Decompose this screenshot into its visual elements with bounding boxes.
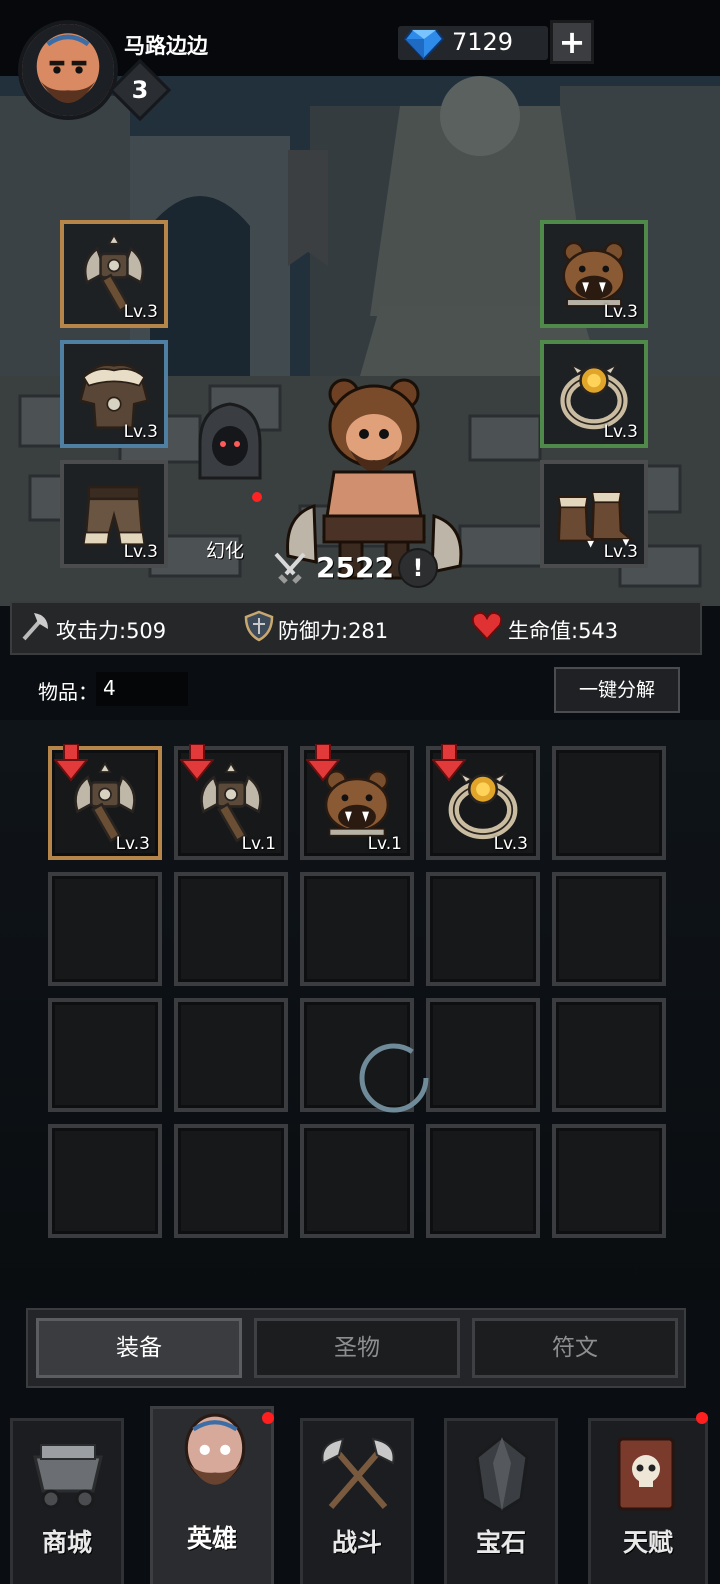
equip-level: Lv.3 bbox=[603, 542, 638, 562]
equip-level: Lv.3 bbox=[603, 422, 638, 442]
items-count: 4 bbox=[103, 676, 116, 700]
skull-book-icon bbox=[617, 1437, 675, 1511]
equip-slot-ring[interactable]: Lv.3 bbox=[540, 340, 648, 448]
inventory-slot[interactable] bbox=[426, 1124, 540, 1238]
nav-hero-label: 英雄 bbox=[186, 1524, 237, 1553]
nav-gems-label: 宝石 bbox=[475, 1528, 526, 1557]
inventory-slot[interactable]: Lv.3 bbox=[48, 746, 162, 860]
nav-shop-label: 商城 bbox=[41, 1528, 92, 1557]
tab-relics[interactable]: 圣物 bbox=[254, 1318, 460, 1378]
decompose-all-button[interactable]: 一键分解 bbox=[554, 667, 680, 713]
attack-stat: 攻击力:509 bbox=[56, 619, 167, 643]
player-avatar[interactable] bbox=[18, 20, 118, 120]
equip-slot-pants[interactable]: Lv.3 bbox=[60, 460, 168, 568]
inventory-slot[interactable]: Lv.3 bbox=[426, 746, 540, 860]
item-level: Lv.1 bbox=[241, 834, 276, 854]
nav-gems[interactable]: 宝石 bbox=[444, 1418, 558, 1584]
combat-power: 2522 bbox=[316, 551, 394, 584]
tab-equipment[interactable]: 装备 bbox=[36, 1318, 242, 1378]
equip-slot-weapon[interactable]: Lv.3 bbox=[60, 220, 168, 328]
transform-label[interactable]: 幻化 bbox=[206, 536, 244, 563]
nav-shop[interactable]: 商城 bbox=[10, 1418, 124, 1584]
shield-icon bbox=[244, 610, 274, 642]
item-level: Lv.3 bbox=[493, 834, 528, 854]
inventory-slot[interactable] bbox=[552, 998, 666, 1112]
inventory-slot[interactable] bbox=[552, 746, 666, 860]
nav-battle-label: 战斗 bbox=[331, 1528, 382, 1557]
nav-battle[interactable]: 战斗 bbox=[300, 1418, 414, 1584]
inventory-slot[interactable]: Lv.1 bbox=[174, 746, 288, 860]
add-gems-button[interactable]: + bbox=[550, 20, 594, 64]
inventory-slot[interactable] bbox=[552, 1124, 666, 1238]
transform-notification-dot bbox=[252, 492, 262, 502]
upgrade-arrow-icon bbox=[432, 744, 466, 782]
minecart-icon bbox=[33, 1444, 103, 1509]
inventory-slot[interactable]: Lv.1 bbox=[300, 746, 414, 860]
stats-bar: 攻击力:509 防御力:281 生命值:543 bbox=[10, 601, 702, 655]
upgrade-arrow-icon bbox=[54, 744, 88, 782]
inventory-slot[interactable] bbox=[174, 1124, 288, 1238]
crossed-axes-icon bbox=[321, 1437, 395, 1509]
hero-portrait-icon bbox=[184, 1413, 246, 1485]
upgrade-arrow-icon bbox=[180, 744, 214, 782]
bearded-warrior-portrait-icon bbox=[22, 24, 114, 116]
nav-talents[interactable]: 天赋 bbox=[588, 1418, 708, 1584]
inventory-slot[interactable] bbox=[48, 998, 162, 1112]
defense-stat: 防御力:281 bbox=[278, 619, 389, 643]
inventory-slot[interactable] bbox=[426, 998, 540, 1112]
heart-icon bbox=[471, 611, 503, 641]
dark-gem-icon bbox=[475, 1435, 529, 1513]
equip-level: Lv.3 bbox=[123, 542, 158, 562]
nav-hero[interactable]: 英雄 bbox=[150, 1406, 274, 1584]
tab-runes[interactable]: 符文 bbox=[472, 1318, 678, 1378]
hooded-ghost-icon[interactable] bbox=[190, 400, 270, 480]
nav-talents-badge bbox=[696, 1412, 708, 1424]
inventory-slot[interactable] bbox=[48, 872, 162, 986]
health-stat: 生命值:543 bbox=[508, 619, 619, 643]
nav-talents-label: 天赋 bbox=[622, 1528, 673, 1557]
equip-slot-helmet[interactable]: Lv.3 bbox=[540, 220, 648, 328]
upgrade-arrow-icon bbox=[306, 744, 340, 782]
equip-level: Lv.3 bbox=[123, 302, 158, 322]
equip-slot-armor[interactable]: Lv.3 bbox=[60, 340, 168, 448]
inventory-slot[interactable] bbox=[300, 872, 414, 986]
crossed-swords-icon bbox=[274, 552, 306, 584]
player-level: 3 bbox=[131, 76, 149, 104]
inventory-slot[interactable] bbox=[48, 1124, 162, 1238]
player-name: 马路边边 bbox=[124, 34, 208, 58]
equip-level: Lv.3 bbox=[603, 302, 638, 322]
equip-slot-boots[interactable]: Lv.3 bbox=[540, 460, 648, 568]
equip-level: Lv.3 bbox=[123, 422, 158, 442]
inventory-slot[interactable] bbox=[174, 872, 288, 986]
inventory-slot[interactable] bbox=[552, 872, 666, 986]
inventory-slot[interactable] bbox=[426, 872, 540, 986]
combat-power-info-button[interactable]: ! bbox=[398, 548, 438, 588]
nav-hero-badge bbox=[262, 1412, 274, 1424]
blue-diamond-icon bbox=[404, 29, 444, 60]
inventory-slot[interactable] bbox=[300, 1124, 414, 1238]
item-level: Lv.3 bbox=[115, 834, 150, 854]
loading-spinner-icon bbox=[359, 1043, 429, 1113]
gem-count: 7129 bbox=[452, 28, 514, 56]
items-label: 物品： bbox=[38, 680, 98, 704]
axe-icon bbox=[22, 613, 48, 641]
inventory-slot[interactable] bbox=[174, 998, 288, 1112]
item-level: Lv.1 bbox=[367, 834, 402, 854]
